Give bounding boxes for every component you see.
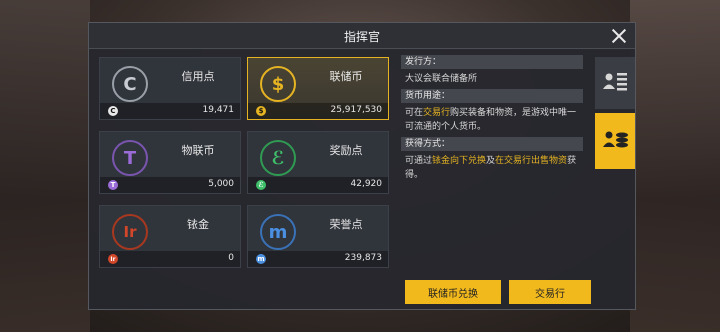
title-bar: 指挥官 bbox=[89, 23, 635, 49]
currency-amount-bar: C 19,471 bbox=[100, 103, 240, 119]
reserve-coin-icon: $ bbox=[260, 66, 296, 102]
currency-name: 信用点 bbox=[181, 70, 215, 83]
obtain-prefix: 可通过 bbox=[405, 156, 433, 166]
currency-amount: 239,873 bbox=[344, 253, 382, 263]
window-title: 指挥官 bbox=[343, 30, 380, 44]
currency-amount-bar: $ 25,917,530 bbox=[248, 103, 388, 119]
currency-amount-bar: ℰ 42,920 bbox=[248, 177, 388, 193]
iridium-mini-icon: Ir bbox=[108, 254, 118, 264]
issuer-text: 大议会联合储备所 bbox=[405, 74, 478, 84]
market-button[interactable]: 交易行 bbox=[509, 280, 591, 304]
reward-points-icon: ℰ bbox=[260, 140, 296, 176]
currency-card-reserve-coin[interactable]: $ 联储币 $ 25,917,530 bbox=[247, 57, 389, 120]
close-icon[interactable] bbox=[610, 27, 628, 45]
honor-points-icon: m bbox=[260, 214, 296, 250]
obtain-text: 可通过铱金向下兑换及在交易行出售物资获得。 bbox=[401, 154, 583, 182]
credits-mini-icon: C bbox=[108, 106, 118, 116]
market-sell-link[interactable]: 在交易行出售物资 bbox=[495, 156, 567, 166]
issuer-header: 发行方： bbox=[401, 55, 583, 69]
usage-prefix: 可在 bbox=[405, 108, 424, 118]
currency-amount: 5,000 bbox=[208, 179, 234, 189]
currency-name: 荣誉点 bbox=[329, 218, 363, 231]
obtain-header: 获得方式： bbox=[401, 137, 583, 151]
currency-card-iridium[interactable]: Ir 铱金 Ir 0 bbox=[99, 205, 241, 268]
currency-amount: 25,917,530 bbox=[330, 105, 382, 115]
iridium-icon: Ir bbox=[112, 214, 148, 250]
currency-name: 铱金 bbox=[187, 218, 209, 231]
currency-card-reward-points[interactable]: ℰ 奖励点 ℰ 42,920 bbox=[247, 131, 389, 194]
currency-card-iot-coin[interactable]: T 物联币 T 5,000 bbox=[99, 131, 241, 194]
reserve-coin-mini-icon: $ bbox=[256, 106, 266, 116]
currency-amount-bar: Ir 0 bbox=[100, 251, 240, 267]
currency-amount: 19,471 bbox=[202, 105, 235, 115]
obtain-mid: 及 bbox=[486, 156, 496, 166]
iridium-exchange-link[interactable]: 铱金向下兑换 bbox=[432, 156, 486, 166]
wallet-coins-icon bbox=[603, 131, 628, 148]
currency-name: 奖励点 bbox=[329, 144, 363, 157]
tab-wallet[interactable] bbox=[595, 113, 635, 169]
usage-header: 货币用途： bbox=[401, 89, 583, 103]
commander-currency-window: 指挥官 C 信用点 C 19,471 $ 联储币 $ 25,917,530 T … bbox=[88, 22, 636, 310]
currency-name: 联储币 bbox=[329, 70, 363, 83]
usage-text: 可在交易行购买装备和物资，是游戏中唯一可流通的个人货币。 bbox=[401, 106, 583, 134]
honor-points-mini-icon: m bbox=[256, 254, 266, 264]
currency-card-credits[interactable]: C 信用点 C 19,471 bbox=[99, 57, 241, 120]
currency-amount-bar: m 239,873 bbox=[248, 251, 388, 267]
background-left bbox=[0, 0, 90, 332]
currency-name: 物联币 bbox=[181, 144, 215, 157]
iot-coin-icon: T bbox=[112, 140, 148, 176]
currency-card-honor-points[interactable]: m 荣誉点 m 239,873 bbox=[247, 205, 389, 268]
credits-icon: C bbox=[112, 66, 148, 102]
reserve-coin-exchange-button[interactable]: 联储币兑换 bbox=[405, 280, 501, 304]
tab-profile[interactable] bbox=[595, 57, 635, 109]
currency-amount: 42,920 bbox=[350, 179, 383, 189]
currency-amount-bar: T 5,000 bbox=[100, 177, 240, 193]
background-right bbox=[630, 0, 720, 332]
market-link[interactable]: 交易行 bbox=[423, 108, 450, 118]
currency-info-panel: 发行方： 大议会联合储备所 货币用途： 可在交易行购买装备和物资，是游戏中唯一可… bbox=[401, 55, 583, 265]
iot-coin-mini-icon: T bbox=[108, 180, 118, 190]
profile-card-icon bbox=[603, 73, 627, 91]
reward-points-mini-icon: ℰ bbox=[256, 180, 266, 190]
currency-amount: 0 bbox=[228, 253, 234, 263]
